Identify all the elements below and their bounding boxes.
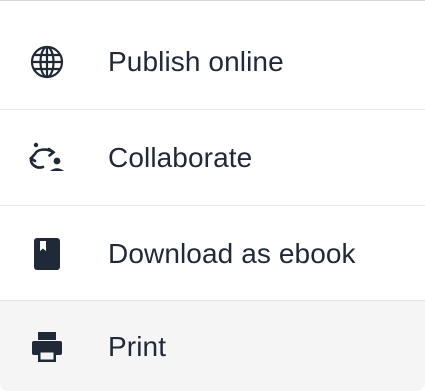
printer-icon: [27, 327, 67, 367]
book-icon: [27, 234, 67, 274]
menu-item-publish-online[interactable]: Publish online: [0, 14, 425, 110]
menu-item-download-ebook[interactable]: Download as ebook: [0, 206, 425, 302]
collaborate-icon: [27, 138, 67, 178]
menu-item-label: Download as ebook: [108, 238, 356, 269]
menu-item-label: Publish online: [108, 46, 284, 77]
share-menu: Publish online Collaborate Download as e…: [0, 0, 425, 391]
menu-item-print[interactable]: Print: [0, 301, 425, 391]
menu-item-collaborate[interactable]: Collaborate: [0, 110, 425, 206]
globe-icon: [27, 42, 67, 82]
menu-item-label: Collaborate: [108, 142, 253, 173]
menu-item-label: Print: [108, 330, 167, 362]
